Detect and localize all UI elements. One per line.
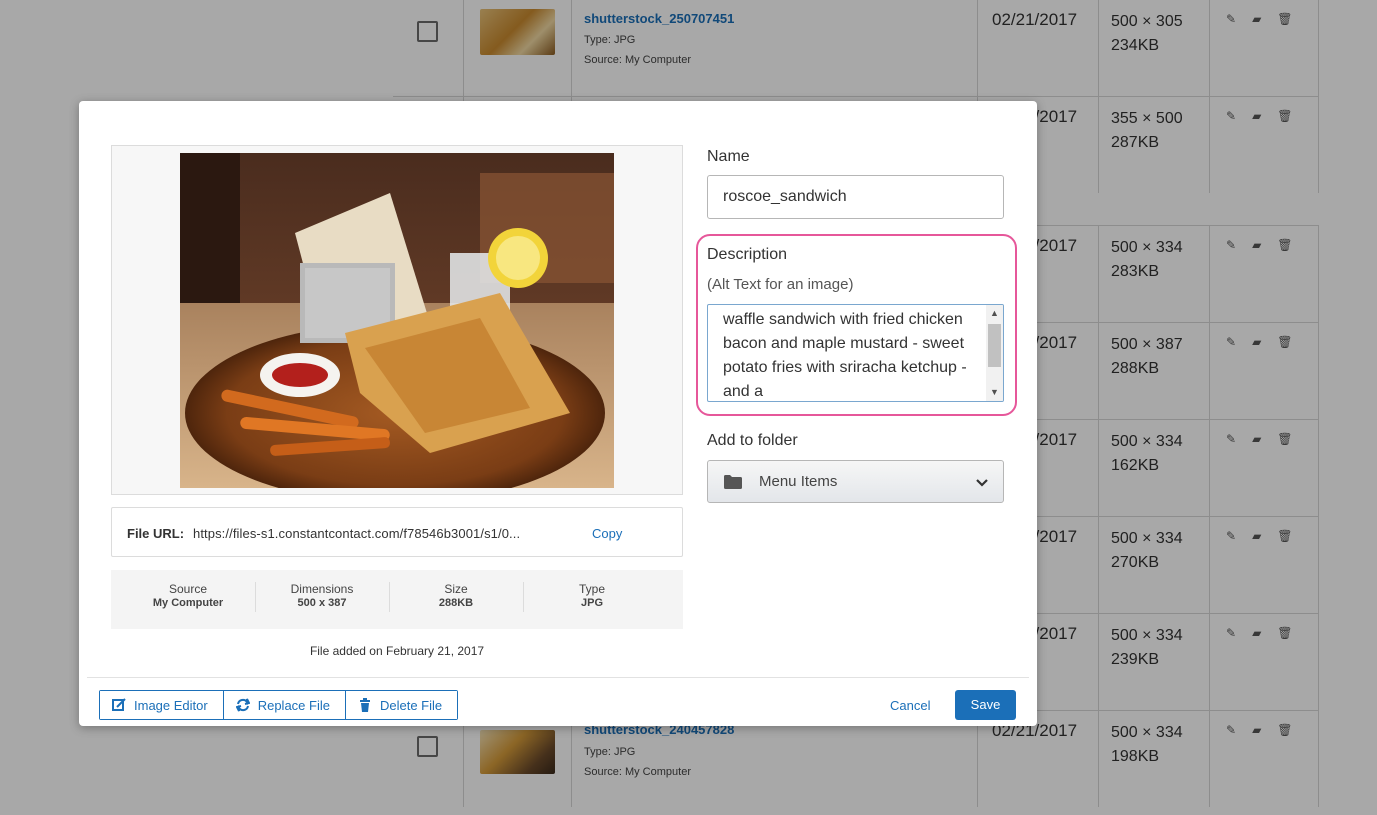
scroll-down-arrow-icon[interactable]: ▼ — [986, 384, 1003, 401]
image-editor-label: Image Editor — [134, 697, 208, 713]
chevron-down-icon — [976, 479, 988, 487]
stat-label: Source — [168, 582, 208, 596]
delete-file-label: Delete File — [379, 697, 443, 713]
file-url-value[interactable]: https://files-s1.constantcontact.com/f78… — [193, 526, 575, 541]
description-hint: (Alt Text for an image) — [707, 276, 854, 293]
folder-select[interactable]: Menu Items — [707, 460, 1004, 503]
edit-icon — [112, 698, 126, 711]
stat-value: My Computer — [152, 597, 224, 609]
file-stats: Source My Computer Dimensions 500 x 387 … — [111, 570, 683, 629]
description-text[interactable]: waffle sandwich with fried chicken bacon… — [723, 308, 981, 401]
footer-divider — [87, 677, 1029, 678]
file-url-box: File URL: https://files-s1.constantconta… — [111, 507, 683, 557]
image-preview-panel — [111, 145, 683, 495]
name-input[interactable]: roscoe_sandwich — [707, 175, 1004, 219]
stat-label: Size — [444, 582, 468, 596]
cancel-button[interactable]: Cancel — [890, 698, 930, 713]
stat-label: Type — [578, 582, 605, 596]
folder-label: Add to folder — [707, 432, 798, 449]
trash-icon — [359, 698, 370, 712]
image-editor-button[interactable]: Image Editor — [100, 691, 223, 719]
stat-size: Size 288KB — [389, 582, 523, 609]
file-action-buttons: Image Editor Replace File Delete File — [99, 690, 459, 720]
save-button[interactable]: Save — [955, 690, 1016, 720]
image-preview — [180, 153, 614, 488]
folder-select-value: Menu Items — [759, 473, 838, 490]
stat-divider — [523, 582, 524, 612]
replace-file-label: Replace File — [257, 697, 330, 713]
name-label: Name — [707, 148, 750, 165]
copy-url-button[interactable]: Copy — [592, 526, 622, 541]
stat-source: Source My Computer — [121, 582, 255, 609]
stat-dimensions: Dimensions 500 x 387 — [255, 582, 389, 609]
description-scrollbar[interactable]: ▲ ▼ — [986, 305, 1003, 401]
stat-value: 288KB — [438, 597, 474, 609]
replace-icon — [235, 698, 250, 712]
file-added-date: File added on February 21, 2017 — [309, 644, 485, 658]
file-url-label: File URL: — [127, 526, 185, 541]
replace-file-button[interactable]: Replace File — [222, 691, 345, 719]
image-details-dialog: File URL: https://files-s1.constantconta… — [79, 101, 1037, 726]
scroll-up-arrow-icon[interactable]: ▲ — [986, 305, 1003, 322]
stat-label: Dimensions — [290, 582, 354, 596]
description-textarea[interactable]: waffle sandwich with fried chicken bacon… — [707, 304, 1004, 402]
stat-type: Type JPG — [525, 582, 659, 609]
delete-file-button[interactable]: Delete File — [344, 691, 458, 719]
stat-value: 500 x 387 — [297, 597, 347, 609]
folder-icon — [724, 475, 742, 489]
scrollbar-thumb[interactable] — [988, 324, 1001, 367]
stat-value: JPG — [580, 597, 603, 609]
description-label: Description — [707, 246, 788, 263]
